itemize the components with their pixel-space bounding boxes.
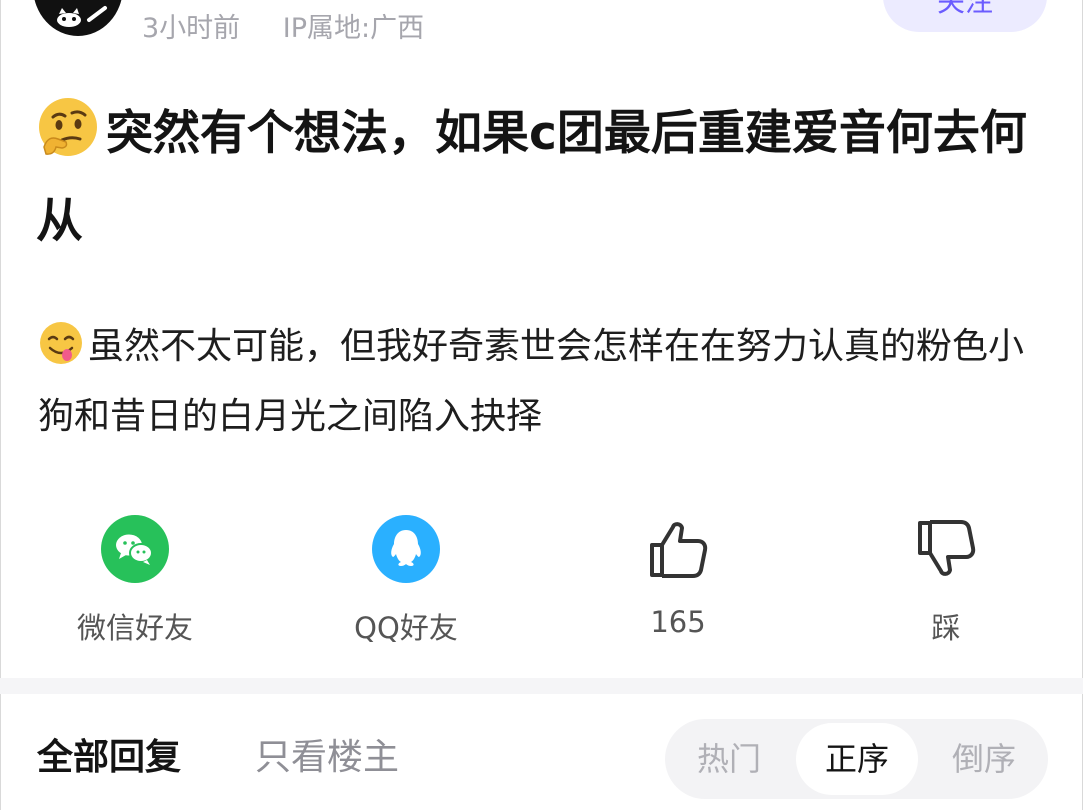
- post-time: 3小时前: [142, 13, 241, 44]
- yum-face-icon: [40, 322, 82, 364]
- qq-icon: [372, 515, 440, 583]
- sort-toggle: 热门 正序 倒序: [665, 719, 1048, 799]
- cat-avatar-icon: [57, 6, 107, 27]
- section-divider: [0, 678, 1083, 694]
- post-meta: 3小时前 IP属地:广西: [142, 6, 424, 45]
- thinking-face-icon: [39, 98, 97, 156]
- like-count: 165: [650, 605, 706, 639]
- share-qq-button[interactable]: QQ好友: [326, 515, 486, 647]
- like-button[interactable]: 165: [598, 515, 758, 639]
- share-wechat-label: 微信好友: [76, 611, 193, 645]
- dislike-label: 踩: [931, 611, 961, 645]
- sort-hot-button[interactable]: 热门: [665, 719, 793, 799]
- post-title-text: 突然有个想法，如果c团最后重建爱音何去何从: [36, 106, 1027, 249]
- sort-asc-button[interactable]: 正序: [796, 723, 918, 795]
- post-content-text: 虽然不太可能，但我好奇素世会怎样在在努力认真的粉色小狗和昔日的白月光之间陷入抉择: [38, 326, 1025, 437]
- tab-op-only[interactable]: 只看楼主: [255, 728, 399, 780]
- wechat-icon: [101, 515, 169, 583]
- dislike-button[interactable]: 踩: [866, 515, 1026, 647]
- share-qq-label: QQ好友: [354, 611, 458, 645]
- post-title: 突然有个想法，如果c团最后重建爱音何去何从: [36, 90, 1046, 266]
- thumbs-down-icon: [918, 520, 976, 576]
- avatar[interactable]: [33, 0, 123, 36]
- tab-all-replies[interactable]: 全部回复: [37, 728, 181, 780]
- sort-desc-button[interactable]: 倒序: [920, 719, 1048, 799]
- post-content: 虽然不太可能，但我好奇素世会怎样在在努力认真的粉色小狗和昔日的白月光之间陷入抉择: [38, 312, 1048, 452]
- thumbs-up-icon: [650, 522, 708, 578]
- share-wechat-button[interactable]: 微信好友: [55, 515, 215, 647]
- follow-button[interactable]: 关注: [883, 0, 1047, 32]
- ip-location: IP属地:广西: [282, 13, 425, 44]
